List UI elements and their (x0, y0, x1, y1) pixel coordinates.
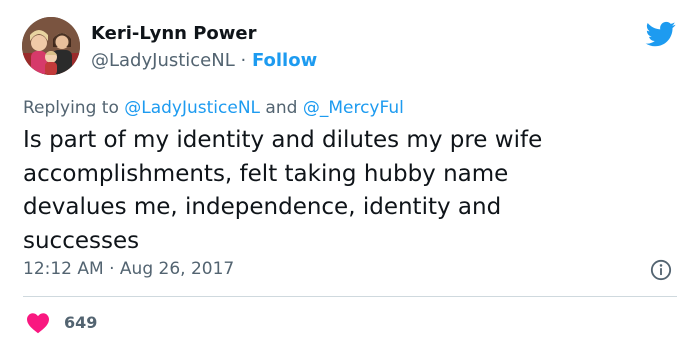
replying-and: and (260, 98, 303, 118)
author-handle-row: @LadyJusticeNL · Follow (91, 49, 317, 73)
reply-mention-mercyful[interactable]: @_MercyFul (303, 98, 404, 118)
tweet-time: 12:12 AM (23, 259, 104, 279)
follow-button[interactable]: Follow (252, 50, 317, 71)
reply-mention-ladyjusticenl[interactable]: @LadyJusticeNL (124, 98, 260, 118)
author-handle[interactable]: @LadyJusticeNL (91, 50, 235, 71)
avatar-photo (22, 17, 80, 75)
avatar[interactable] (22, 17, 80, 75)
tweet-text: Is part of my identity and dilutes my pr… (23, 127, 543, 254)
info-icon[interactable] (650, 259, 672, 281)
timestamp-separator: · (103, 259, 120, 279)
tweet-date: Aug 26, 2017 (119, 259, 235, 279)
replying-prefix: Replying to (23, 98, 125, 118)
tweet-timestamp[interactable]: 12:12 AM · Aug 26, 2017 (23, 258, 234, 280)
heart-icon[interactable] (26, 312, 50, 334)
twitter-bird-icon[interactable] (644, 19, 678, 49)
author-name[interactable]: Keri-Lynn Power (91, 22, 257, 46)
handle-separator: · (234, 50, 252, 71)
divider (23, 296, 677, 297)
replying-to: Replying to @LadyJusticeNL and @_MercyFu… (23, 97, 404, 119)
like-count[interactable]: 649 (64, 312, 97, 334)
